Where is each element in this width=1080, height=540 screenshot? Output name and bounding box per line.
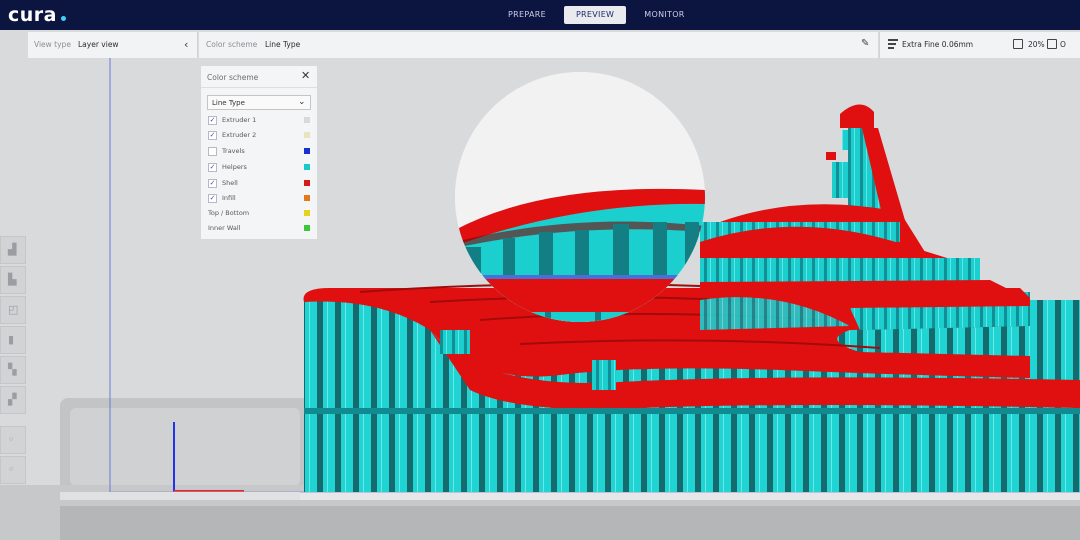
print-settings-bar[interactable]: Extra Fine 0.06mm 20% O [879, 32, 1080, 58]
legend-swatch [304, 180, 310, 186]
magnified-layers [455, 72, 705, 322]
legend-row-top-bottom: Top / Bottom [207, 208, 311, 220]
legend-swatch [304, 195, 310, 201]
collapse-chevron-icon[interactable]: ‹ [184, 38, 188, 51]
support-icon [1047, 39, 1057, 49]
checkbox-travels[interactable] [208, 147, 217, 156]
infill-icon [1013, 39, 1023, 49]
tab-prepare[interactable]: PREPARE [496, 6, 558, 24]
tool-per-model-settings[interactable]: ▚ [0, 356, 26, 384]
color-scheme-bar[interactable]: Color scheme Line Type ✎ [199, 32, 878, 58]
tool-extruder-2[interactable]: ◦ [0, 456, 26, 484]
color-scheme-select[interactable]: Line Type ⌄ [207, 95, 311, 110]
move-icon: ▟ [8, 243, 17, 256]
logo-dot [61, 16, 66, 21]
legend-row-helpers[interactable]: ✓ Helpers [207, 162, 311, 174]
tool-scale[interactable]: ▙ [0, 266, 26, 294]
zoom-magnifier [455, 72, 705, 322]
checkbox-infill[interactable]: ✓ [208, 194, 217, 203]
view-type-label: View type [34, 40, 71, 49]
legend-label: Shell [222, 179, 238, 187]
color-scheme-panel-header: Color scheme ✕ [201, 66, 317, 88]
extruder-2-icon: ◦ [8, 463, 15, 476]
close-icon[interactable]: ✕ [301, 69, 310, 82]
cura-logo: cura [8, 4, 57, 26]
legend-swatch [304, 210, 310, 216]
legend-row-shell[interactable]: ✓ Shell [207, 178, 311, 190]
rotate-icon: ◰ [8, 303, 19, 316]
tool-support-blocker[interactable]: ▞ [0, 386, 26, 414]
legend-row-travels[interactable]: Travels [207, 146, 311, 158]
legend-label: Infill [222, 194, 236, 202]
tool-rotate[interactable]: ◰ [0, 296, 26, 324]
legend-swatch [304, 148, 310, 154]
infill-value[interactable]: 20% [1028, 40, 1045, 49]
support-value[interactable]: O [1060, 40, 1066, 49]
3d-viewport[interactable]: ▟ ▙ ◰ ▮ ▚ ▞ ◦ ◦ [0, 30, 1080, 540]
legend-label: Helpers [222, 163, 247, 171]
edit-pencil-icon[interactable]: ✎ [861, 38, 869, 49]
checkbox-shell[interactable]: ✓ [208, 179, 217, 188]
legend-label: Extruder 2 [222, 131, 257, 139]
checkbox-extruder-2[interactable]: ✓ [208, 131, 217, 140]
color-scheme-panel-title: Color scheme [207, 73, 259, 82]
per-model-icon: ▚ [8, 363, 17, 376]
support-blocker-icon: ▞ [8, 393, 17, 406]
stage-tabs: PREPARE PREVIEW MONITOR [496, 6, 697, 24]
checkbox-extruder-1[interactable]: ✓ [208, 116, 217, 125]
color-scheme-select-value: Line Type [212, 99, 245, 107]
tool-move[interactable]: ▟ [0, 236, 26, 264]
legend-label: Inner Wall [208, 224, 241, 232]
legend-swatch [304, 117, 310, 123]
legend-swatch [304, 225, 310, 231]
scale-icon: ▙ [8, 273, 17, 286]
view-type-value[interactable]: Layer view [78, 40, 119, 49]
mirror-icon: ▮ [8, 333, 15, 346]
view-type-bar[interactable]: View type Layer view ‹ [28, 32, 198, 58]
color-scheme-value[interactable]: Line Type [265, 40, 300, 49]
tool-mirror[interactable]: ▮ [0, 326, 26, 354]
color-scheme-label: Color scheme [206, 40, 258, 49]
tab-monitor[interactable]: MONITOR [632, 6, 696, 24]
top-bar: cura PREPARE PREVIEW MONITOR [0, 0, 1080, 30]
chevron-down-icon: ⌄ [298, 97, 306, 107]
legend-swatch [304, 164, 310, 170]
legend-label: Top / Bottom [208, 209, 250, 217]
color-scheme-panel: Color scheme ✕ Line Type ⌄ ✓ Extruder 1 … [200, 65, 318, 240]
profile-icon [888, 39, 898, 49]
legend-swatch [304, 132, 310, 138]
tool-extruder-1[interactable]: ◦ [0, 426, 26, 454]
tab-preview[interactable]: PREVIEW [563, 6, 627, 24]
legend-row-inner-wall: Inner Wall [207, 223, 311, 235]
extruder-1-icon: ◦ [8, 433, 15, 446]
checkbox-helpers[interactable]: ✓ [208, 163, 217, 172]
profile-value[interactable]: Extra Fine 0.06mm [902, 40, 973, 49]
legend-row-extruder-2[interactable]: ✓ Extruder 2 [207, 130, 311, 142]
legend-row-infill[interactable]: ✓ Infill [207, 193, 311, 205]
legend-label: Travels [222, 147, 245, 155]
legend-row-extruder-1[interactable]: ✓ Extruder 1 [207, 115, 311, 127]
legend-label: Extruder 1 [222, 116, 257, 124]
